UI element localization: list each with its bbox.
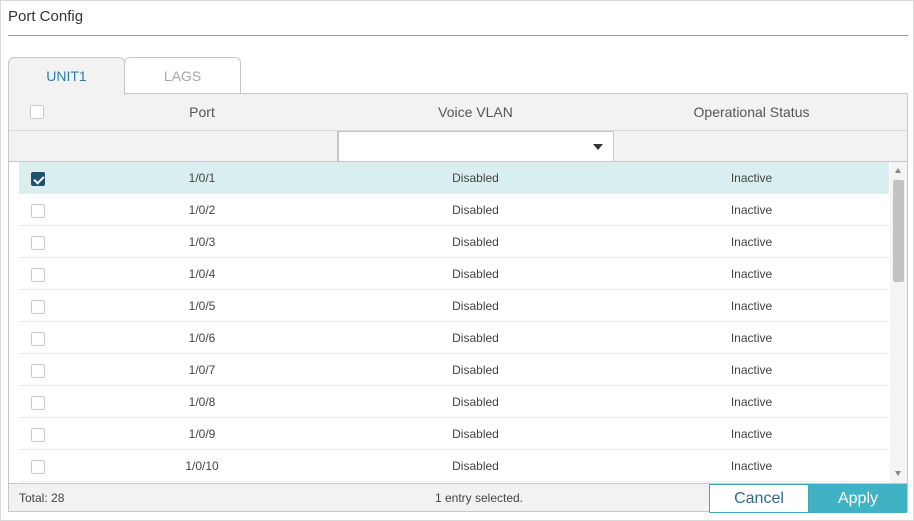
table-row[interactable]: 1/0/4 Disabled Inactive — [19, 258, 889, 290]
column-header-operational-status[interactable]: Operational Status — [614, 94, 889, 131]
selection-info: 1 entry selected. — [434, 491, 524, 505]
total-count: Total: 28 — [19, 491, 65, 505]
filter-port-blank — [9, 131, 338, 161]
cell-operational-status: Inactive — [730, 427, 773, 441]
tab-lags[interactable]: LAGS — [124, 57, 241, 94]
row-checkbox[interactable] — [31, 171, 45, 186]
cell-operational-status: Inactive — [730, 395, 773, 409]
column-header-voice-vlan[interactable]: Voice VLAN — [338, 94, 613, 131]
select-all-checkbox[interactable] — [30, 105, 44, 119]
cell-port: 1/0/3 — [188, 235, 216, 249]
title-divider — [8, 35, 908, 36]
cell-voice-vlan: Disabled — [452, 299, 499, 313]
table-header: Port Voice VLAN Operational Status — [9, 94, 907, 131]
row-checkbox[interactable] — [31, 203, 45, 218]
cell-port: 1/0/1 — [188, 171, 216, 185]
row-checkbox[interactable] — [31, 427, 45, 442]
row-checkbox-cell — [19, 194, 57, 226]
port-config-panel: Port Config UNIT1 LAGS Port Voice VLAN O… — [0, 0, 914, 521]
cell-operational-status: Inactive — [730, 203, 773, 217]
table-row[interactable]: 1/0/10 Disabled Inactive — [19, 450, 889, 482]
cell-operational-status: Inactive — [730, 267, 773, 281]
row-checkbox-cell — [19, 450, 57, 482]
cell-operational-status: Inactive — [730, 171, 773, 185]
column-header-port[interactable]: Port — [67, 94, 337, 131]
row-checkbox-cell — [19, 354, 57, 386]
cell-port: 1/0/7 — [188, 363, 216, 377]
table-row[interactable]: 1/0/1 Disabled Inactive — [19, 162, 889, 194]
row-checkbox-cell — [19, 290, 57, 322]
dropdown-arrow-icon — [593, 144, 603, 150]
row-checkbox[interactable] — [31, 395, 45, 410]
table-row[interactable]: 1/0/7 Disabled Inactive — [19, 354, 889, 386]
cell-voice-vlan: Disabled — [452, 203, 499, 217]
cell-operational-status: Inactive — [730, 459, 773, 473]
filter-status-blank — [614, 131, 907, 161]
table-row[interactable]: 1/0/8 Disabled Inactive — [19, 386, 889, 418]
voice-vlan-filter-select[interactable] — [338, 131, 614, 161]
apply-button[interactable]: Apply — [809, 484, 907, 513]
cell-voice-vlan: Disabled — [452, 363, 499, 377]
page-title: Port Config — [8, 8, 84, 25]
table-row[interactable]: 1/0/5 Disabled Inactive — [19, 290, 889, 322]
cell-port: 1/0/9 — [188, 427, 216, 441]
row-checkbox[interactable] — [31, 459, 45, 474]
table-footer: Total: 28 1 entry selected. Cancel Apply — [9, 483, 907, 513]
row-checkbox[interactable] — [31, 267, 45, 282]
row-checkbox[interactable] — [31, 331, 45, 346]
cell-operational-status: Inactive — [730, 299, 773, 313]
vertical-scrollbar[interactable] — [890, 162, 907, 483]
cell-voice-vlan: Disabled — [452, 235, 499, 249]
row-checkbox[interactable] — [31, 235, 45, 250]
cell-port: 1/0/2 — [188, 203, 216, 217]
tab-bar: UNIT1 LAGS — [8, 57, 241, 95]
cell-port: 1/0/10 — [185, 459, 219, 473]
port-table: Port Voice VLAN Operational Status 1/0/1… — [8, 93, 908, 513]
table-row[interactable]: 1/0/6 Disabled Inactive — [19, 322, 889, 354]
row-checkbox-cell — [19, 258, 57, 290]
row-checkbox-cell — [19, 418, 57, 450]
row-checkbox-cell — [19, 162, 57, 194]
cancel-button[interactable]: Cancel — [709, 484, 809, 513]
cell-voice-vlan: Disabled — [452, 267, 499, 281]
cell-port: 1/0/6 — [188, 331, 216, 345]
scrollbar-thumb[interactable] — [893, 180, 904, 282]
scroll-down-icon[interactable] — [895, 471, 901, 476]
cell-port: 1/0/8 — [188, 395, 216, 409]
cell-port: 1/0/5 — [188, 299, 216, 313]
row-checkbox[interactable] — [31, 363, 45, 378]
row-checkbox[interactable] — [31, 299, 45, 314]
cell-voice-vlan: Disabled — [452, 395, 499, 409]
row-checkbox-cell — [19, 386, 57, 418]
cell-operational-status: Inactive — [730, 363, 773, 377]
table-row[interactable]: 1/0/2 Disabled Inactive — [19, 194, 889, 226]
row-checkbox-cell — [19, 226, 57, 258]
table-row[interactable]: 1/0/3 Disabled Inactive — [19, 226, 889, 258]
cell-voice-vlan: Disabled — [452, 459, 499, 473]
row-checkbox-cell — [19, 322, 57, 354]
cell-voice-vlan: Disabled — [452, 427, 499, 441]
tab-unit1[interactable]: UNIT1 — [8, 57, 125, 95]
filter-row — [9, 131, 907, 162]
table-row[interactable]: 1/0/9 Disabled Inactive — [19, 418, 889, 450]
cell-voice-vlan: Disabled — [452, 331, 499, 345]
cell-voice-vlan: Disabled — [452, 171, 499, 185]
cell-port: 1/0/4 — [188, 267, 216, 281]
cell-operational-status: Inactive — [730, 235, 773, 249]
table-body: 1/0/1 Disabled Inactive 1/0/2 Disabled Inacti… — [9, 162, 907, 483]
scroll-up-icon[interactable] — [895, 168, 901, 173]
cell-operational-status: Inactive — [730, 331, 773, 345]
